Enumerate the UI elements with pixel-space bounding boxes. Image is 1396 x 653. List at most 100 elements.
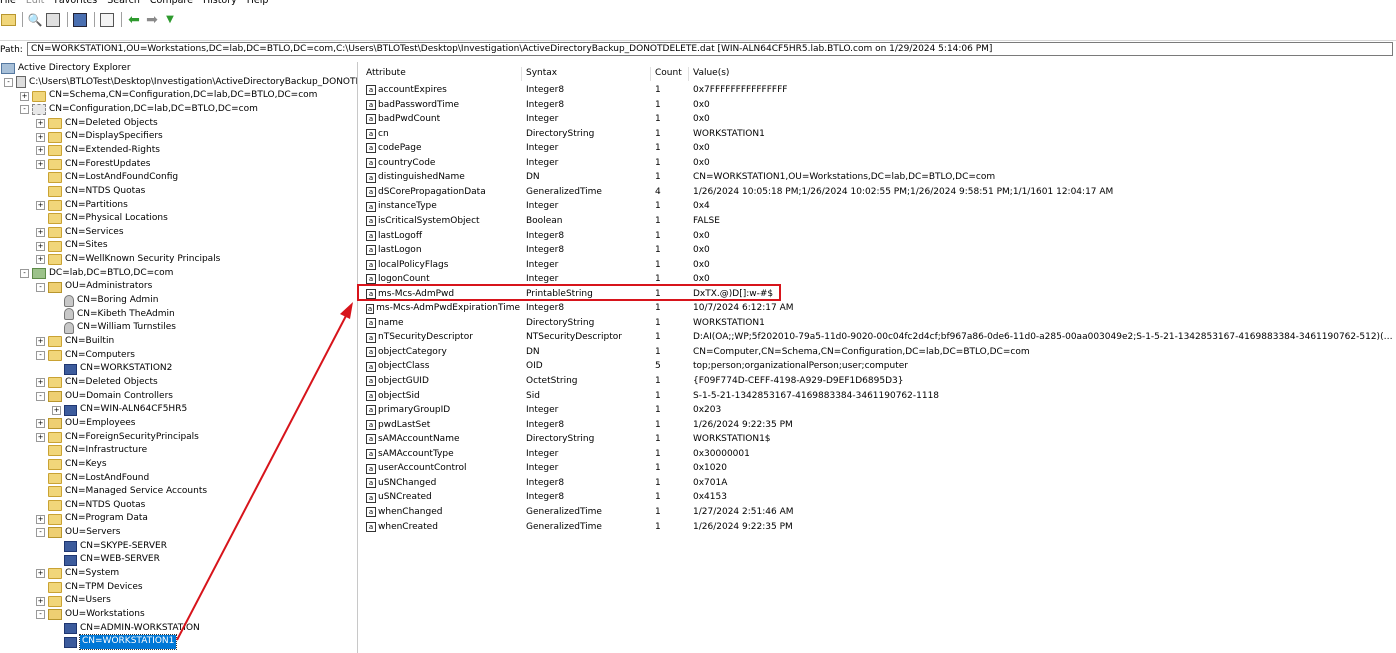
attribute-row[interactable]: a instanceType Integer 1 0x4	[362, 199, 1396, 214]
column-header-values[interactable]: Value(s)	[689, 67, 1389, 81]
attribute-row[interactable]: a cn DirectoryString 1 WORKSTATION1	[362, 127, 1396, 142]
collapse-icon[interactable]: -	[4, 77, 13, 87]
expand-icon[interactable]: +	[36, 378, 45, 388]
tree-node[interactable]: + CN=Schema,CN=Configuration,DC=lab,DC=BT…	[20, 89, 317, 103]
dropdown-icon[interactable]: ▼	[162, 12, 178, 28]
attribute-row[interactable]: a whenChanged GeneralizedTime 1 1/27/2024 2:…	[362, 505, 1396, 520]
attribute-row[interactable]: a isCriticalSystemObject Boolean 1 FALSE	[362, 214, 1396, 229]
menu-compare[interactable]: Compare	[150, 0, 193, 7]
attribute-row[interactable]: a codePage Integer 1 0x0	[362, 141, 1396, 156]
attribute-row[interactable]: a dSCorePropagationData GeneralizedTime 4 1/…	[362, 185, 1396, 200]
column-header-syntax[interactable]: Syntax	[522, 67, 651, 81]
expand-icon[interactable]: +	[36, 118, 45, 128]
tree-node[interactable]: + CN=ForestUpdates	[36, 158, 150, 172]
tree-node[interactable]: + OU=Employees	[36, 417, 135, 431]
collapse-icon[interactable]: -	[20, 105, 29, 115]
tree-node[interactable]: Active Directory Explorer	[1, 62, 131, 76]
tree-node[interactable]: CN=Physical Locations	[36, 212, 168, 226]
tree-node[interactable]: CN=Infrastructure	[36, 444, 147, 458]
collapse-icon[interactable]: -	[36, 610, 45, 620]
tree-node[interactable]: + CN=Deleted Objects	[36, 117, 158, 131]
tree-node[interactable]: + CN=WellKnown Security Principals	[36, 253, 220, 267]
attribute-row[interactable]: a lastLogoff Integer8 1 0x0	[362, 229, 1396, 244]
tree-node[interactable]: - CN=Computers	[36, 349, 135, 363]
expand-icon[interactable]: +	[36, 241, 45, 251]
tree-node[interactable]: + CN=Partitions	[36, 199, 128, 213]
properties-icon[interactable]	[99, 12, 115, 28]
attribute-row[interactable]: a localPolicyFlags Integer 1 0x0	[362, 258, 1396, 273]
tree-node[interactable]: + CN=Builtin	[36, 335, 114, 349]
attribute-row[interactable]: a accountExpires Integer8 1 0x7FFFFFFFFFFFFF…	[362, 83, 1396, 98]
tree-node[interactable]: + CN=Sites	[36, 239, 108, 253]
tree-node[interactable]: CN=ADMIN-WORKSTATION	[52, 622, 200, 636]
expand-icon[interactable]: +	[36, 132, 45, 142]
attribute-row[interactable]: a badPasswordTime Integer8 1 0x0	[362, 98, 1396, 113]
expand-icon[interactable]: +	[36, 200, 45, 210]
attribute-row[interactable]: a objectClass OID 5 top;person;organizationa…	[362, 359, 1396, 374]
tree-node[interactable]: - CN=Configuration,DC=lab,DC=BTLO,DC=com	[20, 103, 258, 117]
attribute-row[interactable]: a userAccountControl Integer 1 0x1020	[362, 461, 1396, 476]
tree-node[interactable]: + CN=DisplaySpecifiers	[36, 130, 163, 144]
collapse-icon[interactable]: -	[36, 350, 45, 360]
column-header-attribute[interactable]: Attribute	[362, 67, 522, 81]
expand-icon[interactable]: +	[36, 255, 45, 265]
attribute-row[interactable]: a primaryGroupID Integer 1 0x203	[362, 403, 1396, 418]
tree-node[interactable]: - OU=Administrators	[36, 280, 152, 294]
attribute-row[interactable]: a whenCreated GeneralizedTime 1 1/26/2024 9:…	[362, 520, 1396, 535]
collapse-icon[interactable]: -	[36, 282, 45, 292]
tree-node[interactable]: CN=Kibeth TheAdmin	[52, 308, 175, 322]
tree-node[interactable]: CN=WORKSTATION2	[52, 362, 172, 376]
expand-icon[interactable]: +	[36, 146, 45, 156]
tree-node[interactable]: CN=WORKSTATION1	[52, 634, 178, 650]
expand-icon[interactable]: +	[36, 569, 45, 579]
expand-icon[interactable]: +	[36, 514, 45, 524]
attribute-row[interactable]: a pwdLastSet Integer8 1 1/26/2024 9:22:35 PM	[362, 418, 1396, 433]
tree-node[interactable]: + CN=Deleted Objects	[36, 376, 158, 390]
tree-node[interactable]: + CN=Users	[36, 594, 111, 608]
expand-icon[interactable]: +	[36, 337, 45, 347]
tree-node[interactable]: - OU=Servers	[36, 526, 120, 540]
attribute-row[interactable]: a objectCategory DN 1 CN=Computer,CN=Schema,…	[362, 345, 1396, 360]
attribute-row[interactable]: a name DirectoryString 1 WORKSTATION1	[362, 316, 1396, 331]
attribute-row[interactable]: a objectSid Sid 1 S-1-5-21-1342853167-416988…	[362, 389, 1396, 404]
forward-icon[interactable]: ➡	[144, 12, 160, 28]
tree-node[interactable]: CN=NTDS Quotas	[36, 499, 145, 513]
open-folder-icon[interactable]	[0, 12, 16, 28]
attribute-row[interactable]: a lastLogon Integer8 1 0x0	[362, 243, 1396, 258]
tree-node[interactable]: + CN=System	[36, 567, 119, 581]
tree-node[interactable]: + CN=Extended-Rights	[36, 144, 160, 158]
expand-icon[interactable]: +	[36, 432, 45, 442]
tree-node[interactable]: CN=TPM Devices	[36, 581, 143, 595]
attribute-row[interactable]: a countryCode Integer 1 0x0	[362, 156, 1396, 171]
attribute-row[interactable]: a uSNChanged Integer8 1 0x701A	[362, 476, 1396, 491]
search-icon[interactable]: 🔍	[27, 12, 43, 28]
tree-node[interactable]: CN=SKYPE-SERVER	[52, 540, 167, 554]
attribute-row[interactable]: a sAMAccountType Integer 1 0x30000001	[362, 447, 1396, 462]
tree-node[interactable]: + CN=ForeignSecurityPrincipals	[36, 431, 199, 445]
attribute-row[interactable]: a nTSecurityDescriptor NTSecurityDescripto…	[362, 330, 1396, 345]
tree-node[interactable]: + CN=Program Data	[36, 512, 148, 526]
collapse-icon[interactable]: -	[36, 528, 45, 538]
attribute-row[interactable]: a ms-Mcs-AdmPwdExpirationTime Integer8 1 10/…	[362, 301, 1396, 316]
save-icon[interactable]	[72, 12, 88, 28]
menu-history[interactable]: History	[203, 0, 237, 7]
tree-node[interactable]: + CN=WIN-ALN64CF5HR5	[52, 403, 187, 417]
menu-help[interactable]: Help	[247, 0, 269, 7]
collapse-icon[interactable]: -	[36, 391, 45, 401]
tree-node[interactable]: CN=LostAndFound	[36, 472, 149, 486]
menu-search[interactable]: Search	[107, 0, 140, 7]
back-icon[interactable]: ⬅	[126, 12, 142, 28]
attribute-row[interactable]: a uSNCreated Integer8 1 0x4153	[362, 490, 1396, 505]
attribute-row[interactable]: a badPwdCount Integer 1 0x0	[362, 112, 1396, 127]
menu-file[interactable]: File	[0, 0, 16, 7]
tree-node[interactable]: + CN=Services	[36, 226, 124, 240]
attribute-row[interactable]: a distinguishedName DN 1 CN=WORKSTATION1,OU=…	[362, 170, 1396, 185]
attribute-row[interactable]: a sAMAccountName DirectoryString 1 WORKSTATI…	[362, 432, 1396, 447]
tree-node[interactable]: CN=William Turnstiles	[52, 321, 176, 335]
menu-edit[interactable]: Edit	[26, 0, 44, 7]
tree-node[interactable]: CN=Managed Service Accounts	[36, 485, 207, 499]
menu-favorites[interactable]: Favorites	[54, 0, 97, 7]
column-header-count[interactable]: Count	[651, 67, 689, 81]
expand-icon[interactable]: +	[36, 228, 45, 238]
expand-icon[interactable]: +	[36, 159, 45, 169]
